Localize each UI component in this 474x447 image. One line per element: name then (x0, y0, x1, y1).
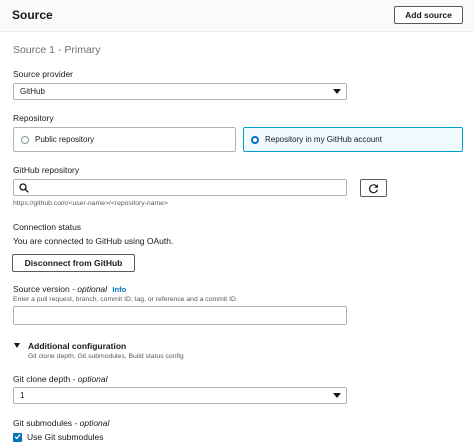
disconnect-github-button[interactable]: Disconnect from GitHub (12, 254, 135, 272)
source-version-label-text: Source version (13, 284, 70, 294)
section-title: Source (12, 8, 53, 22)
caret-down-icon (14, 343, 20, 348)
caret-down-icon (333, 393, 341, 398)
git-submodules-label-text: Git submodules (13, 418, 73, 428)
git-clone-depth-select[interactable]: 1 (13, 387, 347, 404)
checkmark-icon (14, 434, 21, 440)
source-version-input[interactable] (13, 306, 347, 325)
refresh-button[interactable] (360, 179, 387, 197)
add-source-button[interactable]: Add source (394, 6, 463, 24)
use-git-submodules-checkbox[interactable] (13, 433, 22, 442)
git-clone-depth-value: 1 (20, 391, 25, 400)
section-header: Source Add source (0, 0, 474, 32)
source-provider-label: Source provider (13, 69, 74, 79)
info-link[interactable]: Info (112, 285, 126, 294)
additional-configuration-title: Additional configuration (28, 341, 127, 351)
additional-configuration-description: Git clone depth, Git submodules, Build s… (28, 353, 184, 360)
optional-tag: - optional (72, 418, 110, 428)
github-repository-hint: https://github.com/<user-name>/<reposito… (13, 200, 168, 207)
source-version-label: Source version - optional Info (13, 284, 126, 294)
connection-status-text: You are connected to GitHub using OAuth. (13, 236, 174, 246)
search-icon (19, 183, 29, 193)
git-clone-depth-label: Git clone depth - optional (13, 374, 108, 384)
source-subtitle: Source 1 - Primary (13, 44, 101, 56)
source-provider-select[interactable]: GitHub (13, 83, 347, 100)
github-repository-search[interactable] (13, 179, 347, 196)
radio-public-repository[interactable]: Public repository (13, 127, 236, 152)
git-submodules-label: Git submodules - optional (13, 418, 109, 428)
radio-unchecked-icon (21, 136, 29, 144)
git-clone-depth-label-text: Git clone depth (13, 374, 71, 384)
radio-my-github-repository-label: Repository in my GitHub account (265, 135, 382, 144)
source-provider-value: GitHub (20, 87, 45, 96)
connection-status-label: Connection status (13, 222, 82, 232)
refresh-icon (369, 184, 378, 194)
use-git-submodules-label: Use Git submodules (27, 432, 104, 442)
radio-checked-icon (251, 136, 259, 144)
optional-tag: - optional (69, 284, 108, 294)
radio-my-github-repository[interactable]: Repository in my GitHub account (243, 127, 463, 152)
caret-down-icon (333, 89, 341, 94)
optional-tag: - optional (70, 374, 108, 384)
repository-label: Repository (13, 113, 54, 123)
github-repository-label: GitHub repository (13, 165, 80, 175)
source-version-hint: Enter a pull request, branch, commit ID,… (13, 296, 238, 303)
radio-public-repository-label: Public repository (35, 135, 95, 144)
